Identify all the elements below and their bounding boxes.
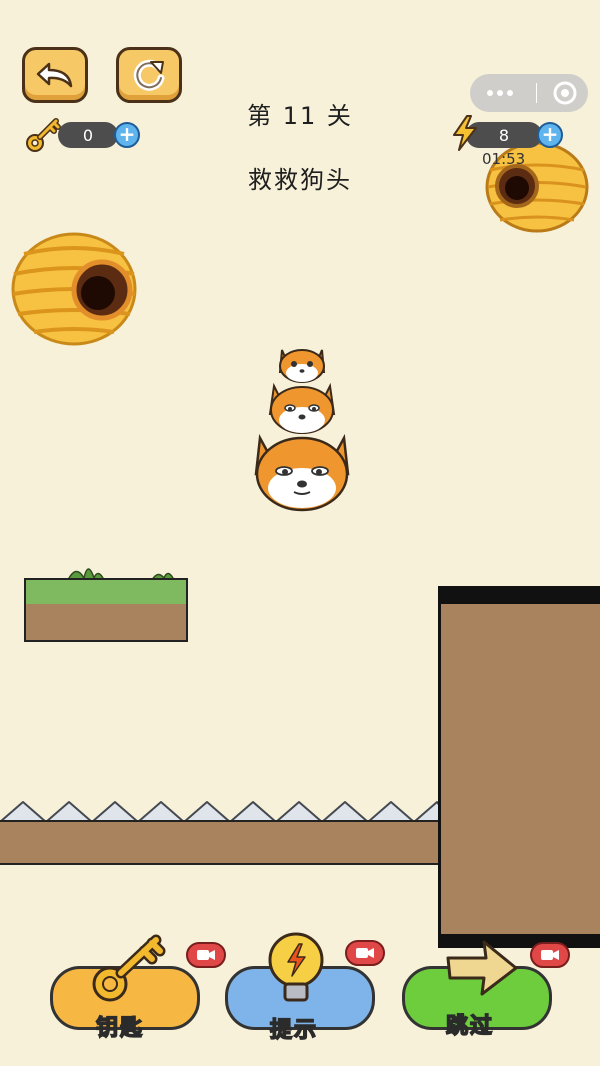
beehive-large <box>11 232 137 346</box>
spike-row <box>0 801 440 822</box>
plus-icon: + <box>541 122 559 146</box>
arrow-right-icon <box>446 940 518 996</box>
restart-icon <box>133 59 165 91</box>
add-keys-button[interactable]: + <box>114 122 140 148</box>
grass-top <box>26 580 186 604</box>
key-count: 0 <box>58 122 118 148</box>
add-energy-button[interactable]: + <box>537 122 563 148</box>
dog-head-medium <box>268 382 336 434</box>
video-camera-icon <box>356 948 374 958</box>
plus-icon: + <box>118 122 136 146</box>
back-arrow-icon <box>36 62 73 88</box>
key-button-label: 钥匙 <box>95 1015 145 1042</box>
lightning-icon <box>453 115 477 151</box>
hint-button-label: 提示 <box>269 1017 319 1044</box>
skip-video-badge <box>530 942 570 968</box>
key-video-badge <box>186 942 226 968</box>
dog-head-large <box>254 433 350 512</box>
dog-head-small <box>278 349 326 383</box>
video-camera-icon <box>197 950 215 960</box>
grass-platform <box>24 578 188 642</box>
restart-button[interactable] <box>116 47 182 103</box>
lightbulb-icon <box>268 932 324 1002</box>
pillar-cap <box>441 586 600 604</box>
dog-heads-stack <box>254 349 350 512</box>
ground-strip <box>0 820 438 865</box>
video-camera-icon <box>541 950 559 960</box>
skip-button-label: 跳过 <box>445 1013 495 1040</box>
back-button[interactable] <box>22 47 88 103</box>
hint-video-badge <box>345 940 385 966</box>
key-icon <box>92 934 166 1002</box>
pillar-block <box>438 586 600 948</box>
energy-timer: 01:53 <box>482 150 526 168</box>
